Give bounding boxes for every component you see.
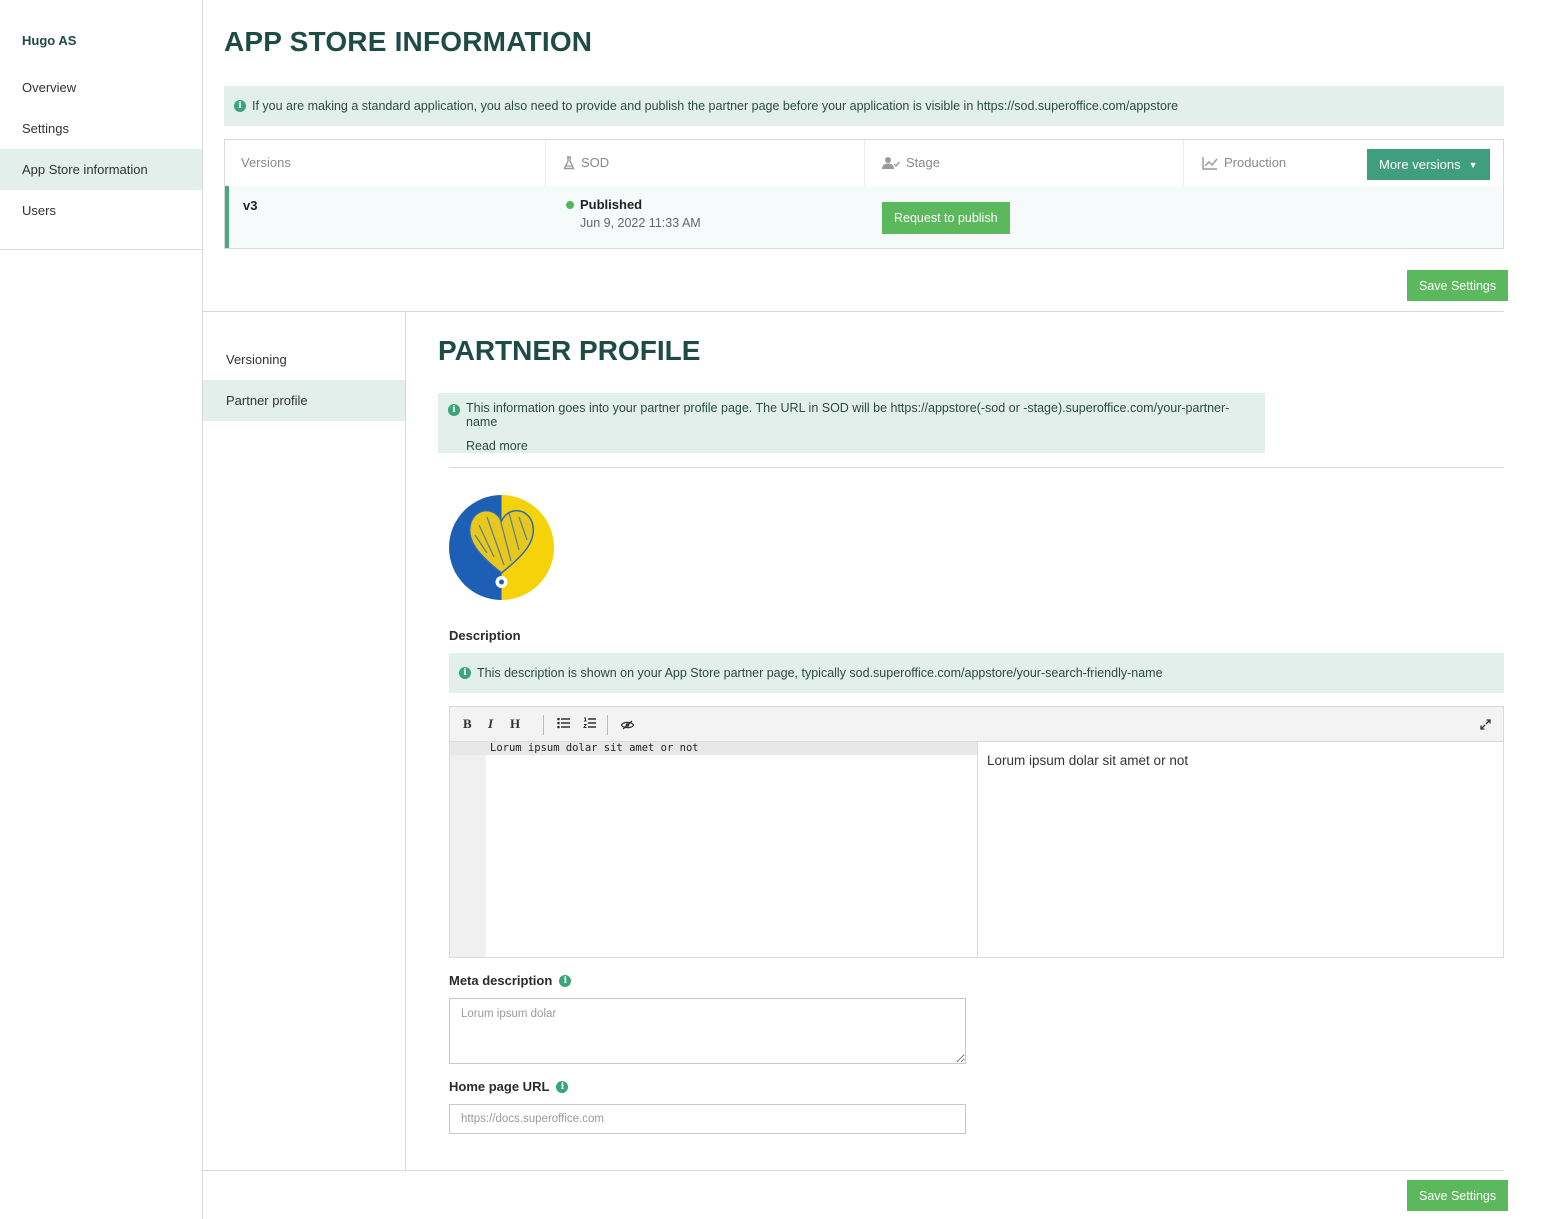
save-settings-button-top[interactable]: Save Settings (1407, 270, 1509, 301)
version-row: v3 Published Jun 9, 2022 11:33 AM Reques… (225, 186, 1503, 248)
column-header-sod-label: SOD (581, 155, 610, 170)
flask-icon (563, 155, 575, 169)
partner-profile-title: PARTNER PROFILE (438, 335, 701, 366)
subnav-item-partner-profile[interactable]: Partner profile (203, 380, 405, 421)
more-versions-button[interactable]: More versions ▼ (1367, 149, 1490, 180)
toolbar-separator (543, 715, 544, 735)
info-icon[interactable]: i (556, 1080, 569, 1093)
read-more-link[interactable]: Read more (466, 439, 1255, 453)
version-name: v3 (243, 198, 258, 213)
sod-status: Published (566, 197, 642, 212)
subnav: Versioning Partner profile (203, 312, 406, 1170)
bold-button[interactable]: B (463, 716, 472, 732)
toolbar-separator (607, 715, 608, 735)
company-name: Hugo AS (22, 33, 77, 48)
partner-profile-info-text: This information goes into your partner … (466, 401, 1230, 429)
app-store-info-text: If you are making a standard application… (252, 99, 1179, 113)
versions-table: Versions SOD Stage Production More versi… (224, 139, 1504, 249)
sidebar-item-settings[interactable]: Settings (0, 108, 202, 149)
info-icon: i (448, 404, 460, 416)
sod-status-label: Published (580, 197, 643, 212)
sidebar-item-users[interactable]: Users (0, 190, 202, 231)
sidebar: Hugo AS Overview Settings App Store info… (0, 0, 203, 1219)
info-icon: i (234, 100, 246, 112)
request-to-publish-button[interactable]: Request to publish (882, 202, 1010, 234)
editor-preview: Lorum ipsum dolar sit amet or not (987, 753, 1189, 768)
column-header-stage-label: Stage (906, 155, 940, 170)
meta-description-label-text: Meta description (449, 973, 553, 988)
column-header-versions: Versions (241, 155, 291, 170)
versions-table-header: Versions SOD Stage Production More versi… (225, 140, 1503, 186)
column-header-production: Production (1202, 155, 1286, 170)
info-icon[interactable]: i (559, 974, 572, 987)
partner-profile-info-banner: i This information goes into your partne… (438, 393, 1265, 453)
editor-toolbar: B I H (450, 707, 1503, 742)
page-title: APP STORE INFORMATION (224, 26, 593, 57)
home-page-url-field[interactable] (449, 1104, 966, 1134)
partner-logo[interactable] (449, 495, 554, 600)
numbered-list-icon[interactable] (583, 717, 596, 733)
save-settings-button-bottom[interactable]: Save Settings (1407, 1180, 1509, 1211)
italic-button[interactable]: I (488, 716, 493, 732)
caret-down-icon: ▼ (1468, 159, 1478, 170)
description-info-banner: i This description is shown on your App … (449, 653, 1504, 693)
description-info-text: This description is shown on your App St… (477, 666, 1163, 680)
preview-toggle-icon[interactable] (620, 718, 635, 734)
subnav-item-versioning[interactable]: Versioning (203, 339, 405, 380)
sidebar-nav: Overview Settings App Store information … (0, 67, 202, 250)
status-dot-icon (566, 200, 574, 209)
column-header-production-label: Production (1224, 155, 1287, 170)
meta-description-field[interactable] (449, 998, 966, 1064)
more-versions-label: More versions (1379, 157, 1461, 172)
bullet-list-icon[interactable] (557, 717, 570, 733)
meta-description-label: Meta description i (449, 973, 572, 988)
info-icon: i (459, 667, 471, 679)
partner-profile-divider (449, 467, 1504, 468)
sidebar-item-app-store-information[interactable]: App Store information (0, 149, 202, 190)
editor-content[interactable]: Lorum ipsum dolar sit amet or not (490, 742, 699, 754)
fullscreen-icon[interactable] (1480, 718, 1491, 734)
heart-logo-image (449, 495, 554, 600)
heading-button[interactable]: H (510, 716, 520, 732)
subnav-list: Versioning Partner profile (203, 339, 405, 421)
sod-published-date: Jun 9, 2022 11:33 AM (580, 216, 701, 230)
bottom-divider (203, 1170, 1504, 1171)
editor-code-pane[interactable]: 1 Lorum ipsum dolar sit amet or not (450, 742, 978, 957)
home-page-url-label-text: Home page URL (449, 1079, 550, 1094)
column-header-sod: SOD (563, 155, 609, 170)
home-page-url-label: Home page URL i (449, 1079, 569, 1094)
sidebar-item-overview[interactable]: Overview (0, 67, 202, 108)
line-chart-icon (1202, 156, 1218, 170)
user-check-icon (882, 156, 900, 169)
app-store-info-banner: i If you are making a standard applicati… (224, 86, 1504, 126)
markdown-editor: B I H 1 Lorum ipsum dolar sit amet o (449, 706, 1504, 958)
editor-gutter: 1 (450, 742, 486, 957)
column-header-stage: Stage (882, 155, 940, 170)
description-label: Description (449, 628, 521, 643)
partner-profile-info-content: This information goes into your partner … (466, 401, 1255, 453)
